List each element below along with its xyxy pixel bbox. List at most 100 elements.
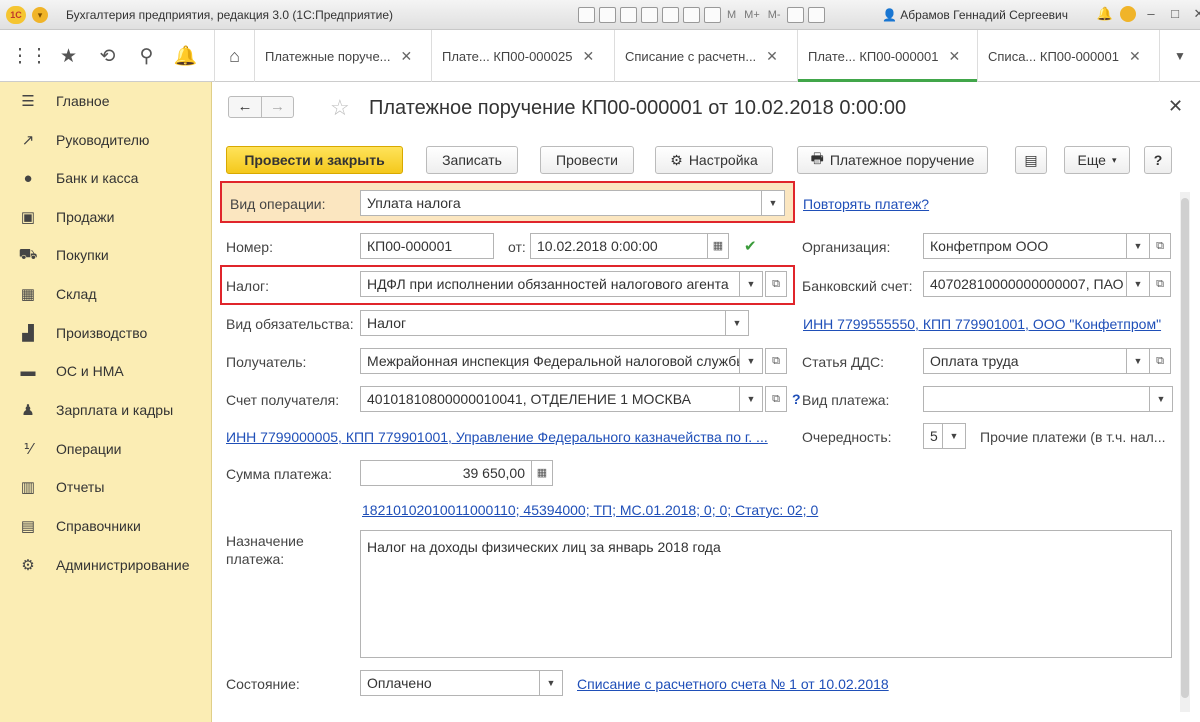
preview-icon[interactable] xyxy=(620,7,637,23)
current-user[interactable]: 👤 Абрамов Геннадий Сергеевич xyxy=(882,8,1068,22)
tab-close-icon[interactable]: ✕ xyxy=(401,48,413,65)
liability-field[interactable]: Налог xyxy=(360,310,726,336)
sidebar-item-sales[interactable]: ▣ Продажи xyxy=(0,198,212,236)
calculator-icon[interactable] xyxy=(683,7,700,23)
tabs-dropdown-icon[interactable]: ▼ xyxy=(1160,30,1200,82)
maximize-icon[interactable]: □ xyxy=(1166,5,1184,23)
chevron-down-icon[interactable]: ▼ xyxy=(761,190,785,216)
open-icon[interactable]: ⧉ xyxy=(765,271,787,297)
open-icon[interactable]: ⧉ xyxy=(1149,271,1171,297)
history-icon[interactable]: ⟲ xyxy=(88,45,127,68)
calculator-icon[interactable]: ▦ xyxy=(531,460,553,486)
tab-payment-order-25[interactable]: Плате... КП00-000025 ✕ xyxy=(432,30,615,82)
date-field[interactable]: 10.02.2018 0:00:00 xyxy=(530,233,708,259)
recipient-field[interactable]: Межрайонная инспекция Федеральной налого… xyxy=(360,348,740,374)
settings-button[interactable]: ⚙ Настройка xyxy=(655,146,773,174)
number-field[interactable]: КП00-000001 xyxy=(360,233,494,259)
tab-payment-orders[interactable]: Платежные поруче... ✕ xyxy=(255,30,432,82)
chevron-down-icon[interactable]: ▼ xyxy=(739,271,763,297)
print-payment-order-button[interactable]: 🖶 Платежное поручение xyxy=(797,146,988,174)
memory-minus-button[interactable]: M- xyxy=(766,7,783,24)
sidebar-item-assets[interactable]: ▬ ОС и НМА xyxy=(0,352,212,390)
dds-field[interactable]: Оплата труда xyxy=(923,348,1127,374)
tab-payment-order-1[interactable]: Плате... КП00-000001 ✕ xyxy=(798,30,978,82)
close-icon[interactable]: ✕ xyxy=(1168,96,1183,117)
forward-arrow-icon[interactable]: → xyxy=(261,97,293,117)
repeat-payment-link[interactable]: Повторять платеж? xyxy=(803,196,929,212)
open-icon[interactable]: ⧉ xyxy=(765,386,787,412)
chevron-down-icon[interactable]: ▼ xyxy=(739,348,763,374)
state-field[interactable]: Оплачено xyxy=(360,670,540,696)
memory-plus-button[interactable]: M+ xyxy=(742,7,762,24)
settings-menu-icon[interactable] xyxy=(1120,6,1136,22)
purpose-textarea[interactable]: Налог на доходы физических лиц за январь… xyxy=(360,530,1172,658)
more-button[interactable]: Еще ▾ xyxy=(1064,146,1130,174)
tab-writeoff-1[interactable]: Списа... КП00-000001 ✕ xyxy=(978,30,1160,82)
organization-inn-link[interactable]: ИНН 7799555550, КПП 779901001, ООО "Конф… xyxy=(803,316,1161,332)
open-icon[interactable]: ⧉ xyxy=(1149,348,1171,374)
open-icon[interactable]: ⧉ xyxy=(765,348,787,374)
help-question[interactable]: ? xyxy=(792,391,801,407)
save-icon[interactable] xyxy=(578,7,595,23)
tab-close-icon[interactable]: ✕ xyxy=(1129,48,1141,65)
main-menu-icon[interactable]: ▾ xyxy=(32,7,48,23)
priority-field[interactable]: 5 xyxy=(923,423,943,449)
chevron-down-icon[interactable]: ▼ xyxy=(1126,233,1150,259)
chevron-down-icon[interactable]: ▼ xyxy=(739,386,763,412)
sidebar-item-salary[interactable]: ♟ Зарплата и кадры xyxy=(0,391,212,429)
download-icon[interactable] xyxy=(662,7,679,23)
home-icon[interactable]: ⌂ xyxy=(215,30,255,82)
notifications-bell-icon[interactable]: 🔔 xyxy=(166,44,205,68)
sidebar-item-operations[interactable]: ⅟ Операции xyxy=(0,430,212,468)
tab-close-icon[interactable]: ✕ xyxy=(582,48,594,65)
budget-details-link[interactable]: 18210102010011000110; 45394000; ТП; МС.0… xyxy=(362,502,818,518)
chevron-down-icon[interactable]: ▼ xyxy=(1126,348,1150,374)
payment-type-field[interactable] xyxy=(923,386,1151,412)
attachments-button[interactable]: ▤ xyxy=(1015,146,1047,174)
recipient-inn-link[interactable]: ИНН 7799000005, КПП 779901001, Управлени… xyxy=(226,429,768,445)
calendar-icon[interactable]: ▦ xyxy=(707,233,729,259)
sidebar-item-admin[interactable]: ⚙ Администрирование xyxy=(0,546,212,584)
save-button[interactable]: Записать xyxy=(426,146,518,174)
sidebar-item-manager[interactable]: ↗ Руководителю xyxy=(0,121,212,159)
sidebar-item-production[interactable]: ▟ Производство xyxy=(0,314,212,352)
bell-icon[interactable]: 🔔 xyxy=(1096,5,1114,23)
tab-close-icon[interactable]: ✕ xyxy=(766,48,778,65)
writeoff-document-link[interactable]: Списание с расчетного счета № 1 от 10.02… xyxy=(577,676,889,692)
sidebar-item-main[interactable]: ☰ Главное xyxy=(0,82,212,120)
bank-account-field[interactable]: 40702810000000000007, ПАО xyxy=(923,271,1127,297)
tab-writeoff[interactable]: Списание с расчетн... ✕ xyxy=(615,30,798,82)
minimize-icon[interactable]: – xyxy=(1142,5,1160,23)
operation-field[interactable]: Уплата налога xyxy=(360,190,762,216)
open-icon[interactable]: ⧉ xyxy=(1149,233,1171,259)
organization-field[interactable]: Конфетпром ООО xyxy=(923,233,1127,259)
chevron-down-icon[interactable]: ▼ xyxy=(1126,271,1150,297)
print-icon[interactable] xyxy=(599,7,616,23)
favorite-star-icon[interactable]: ☆ xyxy=(330,95,350,121)
post-button[interactable]: Провести xyxy=(540,146,634,174)
sidebar-item-reports[interactable]: ▥ Отчеты xyxy=(0,468,212,506)
vertical-scrollbar-thumb[interactable] xyxy=(1181,198,1189,698)
close-window-icon[interactable]: ✕ xyxy=(1190,5,1200,23)
chevron-down-icon[interactable]: ▼ xyxy=(942,423,966,449)
chevron-down-icon[interactable]: ▼ xyxy=(1149,386,1173,412)
upload-icon[interactable] xyxy=(641,7,658,23)
back-arrow-icon[interactable]: ← xyxy=(229,97,261,117)
sidebar-item-bank[interactable]: ● Банк и касса xyxy=(0,159,212,197)
chevron-down-icon[interactable]: ▼ xyxy=(539,670,563,696)
zoom-icon[interactable] xyxy=(786,7,804,23)
search-icon[interactable]: ⚲ xyxy=(127,45,166,68)
sidebar-item-warehouse[interactable]: ▦ Склад xyxy=(0,275,212,313)
calendar-icon[interactable] xyxy=(704,7,721,23)
post-and-close-button[interactable]: Провести и закрыть xyxy=(226,146,403,174)
chevron-down-icon[interactable]: ▼ xyxy=(725,310,749,336)
grid-menu-icon[interactable]: ⋮⋮ xyxy=(10,45,49,68)
sidebar-item-catalogs[interactable]: ▤ Справочники xyxy=(0,507,212,545)
tab-close-icon[interactable]: ✕ xyxy=(948,48,960,65)
panel-icon[interactable] xyxy=(807,7,825,23)
sidebar-item-purchases[interactable]: ⛟ Покупки xyxy=(0,236,212,274)
memory-button[interactable]: M xyxy=(725,7,738,24)
favorites-star-icon[interactable]: ★ xyxy=(49,45,88,68)
tax-field[interactable]: НДФЛ при исполнении обязанностей налогов… xyxy=(360,271,740,297)
recipient-account-field[interactable]: 40101810800000010041, ОТДЕЛЕНИЕ 1 МОСКВА xyxy=(360,386,740,412)
